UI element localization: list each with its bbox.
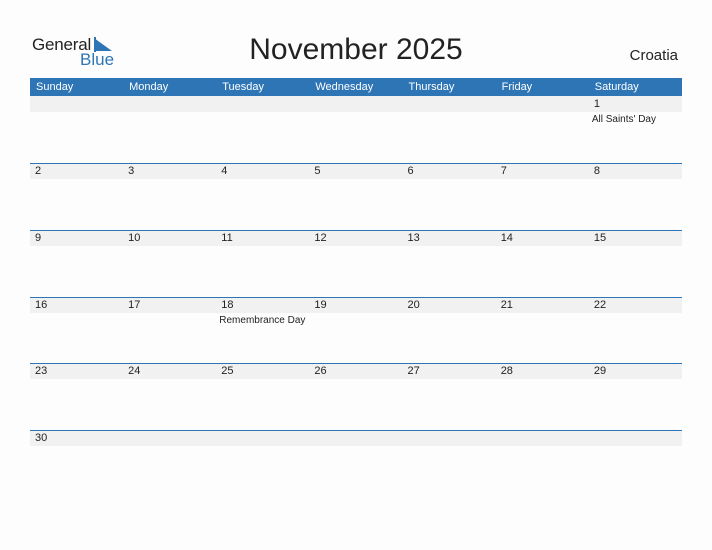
weekday-saturday: Saturday xyxy=(594,81,639,93)
day-number: 28 xyxy=(500,365,513,377)
country-label: Croatia xyxy=(629,47,678,64)
day-cell: 23 xyxy=(30,363,123,430)
holiday-label: Remembrance Day xyxy=(219,315,306,326)
day-cell xyxy=(589,430,682,497)
week-row: 16 17 18 Remembrance Day 19 20 21 22 xyxy=(30,297,682,364)
day-number: 1 xyxy=(593,98,600,110)
week-row: 30 xyxy=(30,430,682,497)
day-number: 3 xyxy=(128,165,135,177)
day-cell xyxy=(216,430,309,497)
day-cell: 10 xyxy=(123,230,216,297)
day-cell: 24 xyxy=(123,363,216,430)
day-cell: 30 xyxy=(30,430,123,497)
day-number: 23 xyxy=(35,365,48,377)
day-number: 26 xyxy=(314,365,327,377)
day-cell xyxy=(403,96,496,163)
weekday-wednesday: Wednesday xyxy=(315,81,374,93)
day-cell: 8 xyxy=(589,163,682,230)
day-cell: 15 xyxy=(589,230,682,297)
day-number: 12 xyxy=(314,232,327,244)
day-cell xyxy=(123,430,216,497)
day-number: 7 xyxy=(500,165,507,177)
day-cell: 11 xyxy=(216,230,309,297)
day-number: 13 xyxy=(407,232,420,244)
day-number: 29 xyxy=(593,365,607,377)
day-number: 9 xyxy=(35,232,42,244)
day-number: 25 xyxy=(221,365,234,377)
day-cell: 4 xyxy=(216,163,309,230)
weekday-monday: Monday xyxy=(129,81,169,93)
week-row: 9 10 11 12 13 14 15 xyxy=(30,230,682,297)
day-cell: 28 xyxy=(496,363,589,430)
day-number: 2 xyxy=(35,165,42,177)
day-number: 15 xyxy=(593,232,607,244)
day-number: 11 xyxy=(221,232,233,244)
day-cell: 18 Remembrance Day xyxy=(216,297,309,364)
week-row: 23 24 25 26 27 28 29 xyxy=(30,363,682,430)
day-number: 16 xyxy=(35,299,48,311)
day-number: 24 xyxy=(128,365,141,377)
weekday-thursday: Thursday xyxy=(408,81,455,93)
weekday-sunday: Sunday xyxy=(36,81,74,93)
week-row: 1 All Saints' Day xyxy=(30,96,682,163)
day-number: 14 xyxy=(500,232,513,244)
holiday-label: All Saints' Day xyxy=(591,114,656,125)
weekday-header: Sunday Monday Tuesday Wednesday Thursday… xyxy=(30,78,682,96)
day-cell: 1 All Saints' Day xyxy=(589,96,682,163)
day-number: 6 xyxy=(407,165,414,177)
day-cell: 29 xyxy=(589,363,682,430)
day-number: 8 xyxy=(593,165,600,177)
day-number: 17 xyxy=(128,299,141,311)
day-cell: 22 xyxy=(589,297,682,364)
page-title: November 2025 xyxy=(249,33,463,66)
day-cell xyxy=(123,96,216,163)
day-number: 30 xyxy=(35,432,48,444)
day-cell: 5 xyxy=(309,163,402,230)
day-cell xyxy=(216,96,309,163)
day-cell xyxy=(496,96,589,163)
day-cell: 2 xyxy=(30,163,123,230)
day-cell xyxy=(496,430,589,497)
day-number: 22 xyxy=(593,299,607,311)
day-cell: 6 xyxy=(403,163,496,230)
weekday-friday: Friday xyxy=(501,81,533,93)
day-number: 4 xyxy=(221,165,228,177)
day-cell: 16 xyxy=(30,297,123,364)
day-cell: 19 xyxy=(309,297,402,364)
day-number: 18 xyxy=(221,299,234,311)
day-cell: 12 xyxy=(309,230,402,297)
day-number: 10 xyxy=(128,232,141,244)
day-number: 20 xyxy=(407,299,420,311)
day-cell: 9 xyxy=(30,230,123,297)
day-cell: 13 xyxy=(403,230,496,297)
day-number: 19 xyxy=(314,299,327,311)
day-cell: 17 xyxy=(123,297,216,364)
day-cell: 25 xyxy=(216,363,309,430)
day-cell: 21 xyxy=(496,297,589,364)
day-cell xyxy=(30,96,123,163)
day-cell: 14 xyxy=(496,230,589,297)
day-cell: 7 xyxy=(496,163,589,230)
day-cell: 27 xyxy=(403,363,496,430)
day-cell: 20 xyxy=(403,297,496,364)
day-cell xyxy=(403,430,496,497)
day-cell: 3 xyxy=(123,163,216,230)
week-row: 2 3 4 5 6 7 8 xyxy=(30,163,682,230)
weekday-tuesday: Tuesday xyxy=(222,81,265,93)
day-number: 21 xyxy=(500,299,513,311)
day-cell xyxy=(309,430,402,497)
day-number: 27 xyxy=(407,365,420,377)
day-cell: 26 xyxy=(309,363,402,430)
day-cell xyxy=(309,96,402,163)
day-number: 5 xyxy=(314,165,321,177)
